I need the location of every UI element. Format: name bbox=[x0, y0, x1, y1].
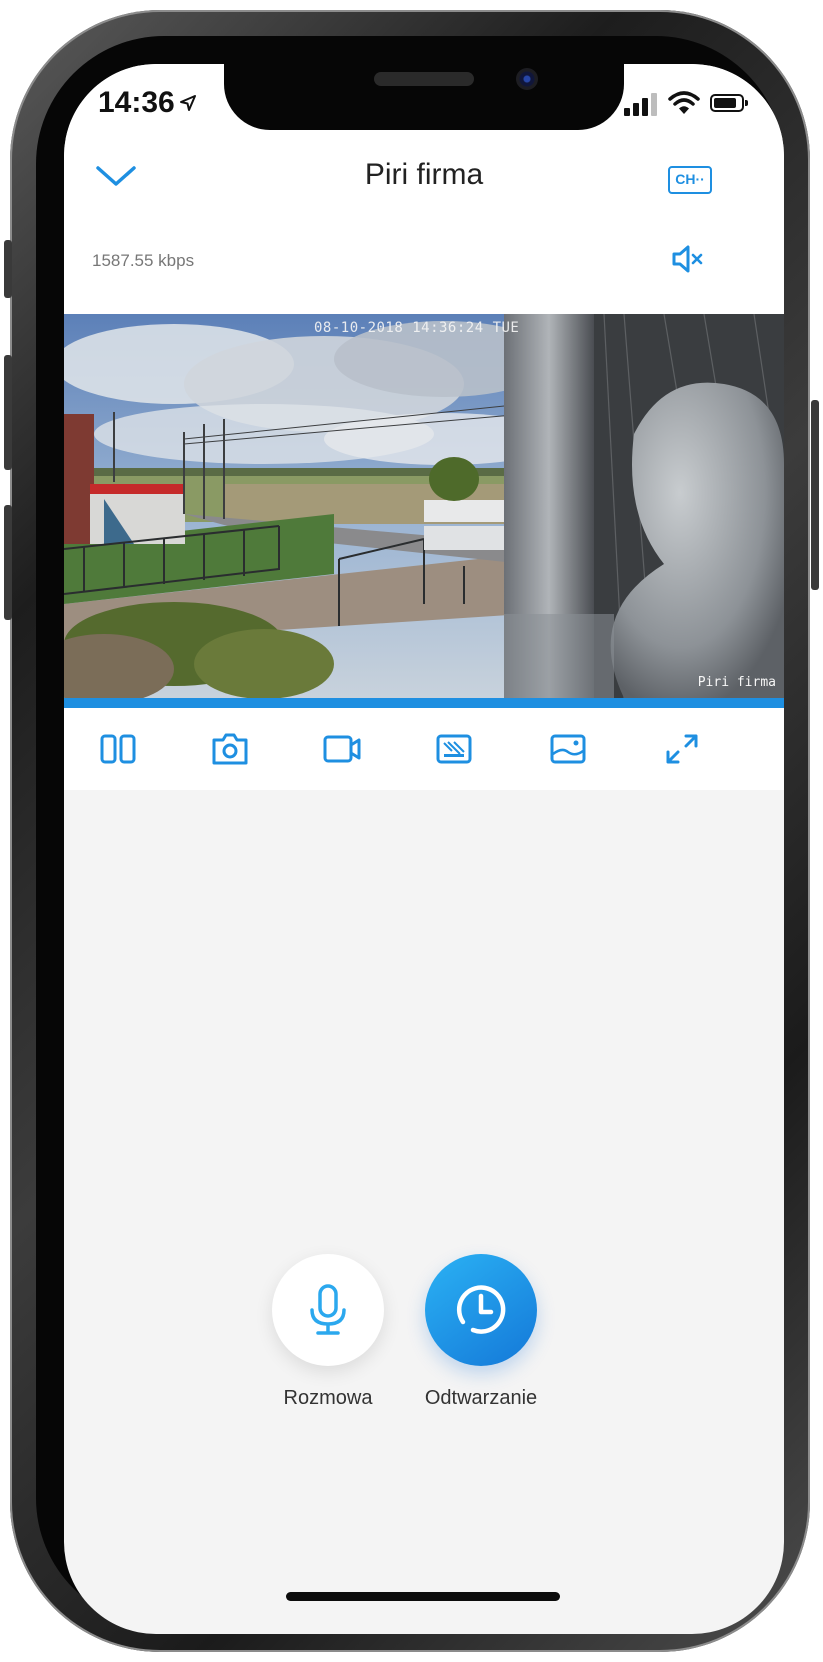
talk-button[interactable] bbox=[272, 1254, 384, 1366]
chevron-down-icon[interactable] bbox=[94, 162, 138, 190]
notch bbox=[224, 64, 624, 130]
channel-button[interactable]: CH·· bbox=[668, 166, 712, 194]
home-indicator[interactable] bbox=[286, 1592, 560, 1601]
status-time-text: 14:36 bbox=[98, 86, 175, 119]
cellular-signal-icon bbox=[624, 92, 658, 116]
playback-button[interactable] bbox=[425, 1254, 537, 1366]
speaker-muted-icon[interactable] bbox=[670, 244, 704, 274]
phone-screen: 14:36 Piri firma CH·· 1587.55 kbps 08-10… bbox=[64, 64, 784, 1634]
microphone-icon bbox=[310, 1284, 346, 1335]
split-view-icon[interactable] bbox=[98, 730, 138, 768]
video-timestamp-overlay: 08-10-2018 14:36:24 TUE bbox=[314, 320, 520, 336]
video-progress-bar bbox=[64, 698, 784, 708]
status-time: 14:36 bbox=[98, 86, 197, 120]
camera-snapshot-icon[interactable] bbox=[210, 730, 250, 768]
image-settings-icon[interactable] bbox=[548, 730, 588, 768]
camera-video-feed[interactable]: 08-10-2018 14:36:24 TUE Piri firma bbox=[64, 314, 784, 698]
volume-up-button bbox=[4, 355, 12, 470]
video-toolbar bbox=[64, 708, 784, 790]
power-button bbox=[811, 400, 819, 590]
fullscreen-expand-icon[interactable] bbox=[662, 730, 702, 768]
bitrate-readout: 1587.55 kbps bbox=[92, 251, 195, 270]
camera-scene-image bbox=[64, 314, 784, 698]
quality-hd-icon[interactable] bbox=[434, 730, 474, 768]
volume-down-button bbox=[4, 505, 12, 620]
earpiece-speaker bbox=[374, 72, 474, 86]
status-indicators bbox=[624, 90, 754, 116]
clock-playback-icon bbox=[456, 1285, 506, 1334]
video-camera-name-overlay: Piri firma bbox=[697, 675, 776, 690]
video-record-icon[interactable] bbox=[322, 730, 362, 768]
wifi-icon bbox=[668, 91, 700, 114]
front-camera bbox=[516, 68, 538, 90]
silent-switch bbox=[4, 240, 12, 298]
playback-label: Odtwarzanie bbox=[424, 1387, 538, 1409]
page-title: Piri firma bbox=[364, 158, 484, 191]
battery-icon bbox=[710, 94, 748, 112]
location-arrow-icon bbox=[179, 92, 197, 118]
